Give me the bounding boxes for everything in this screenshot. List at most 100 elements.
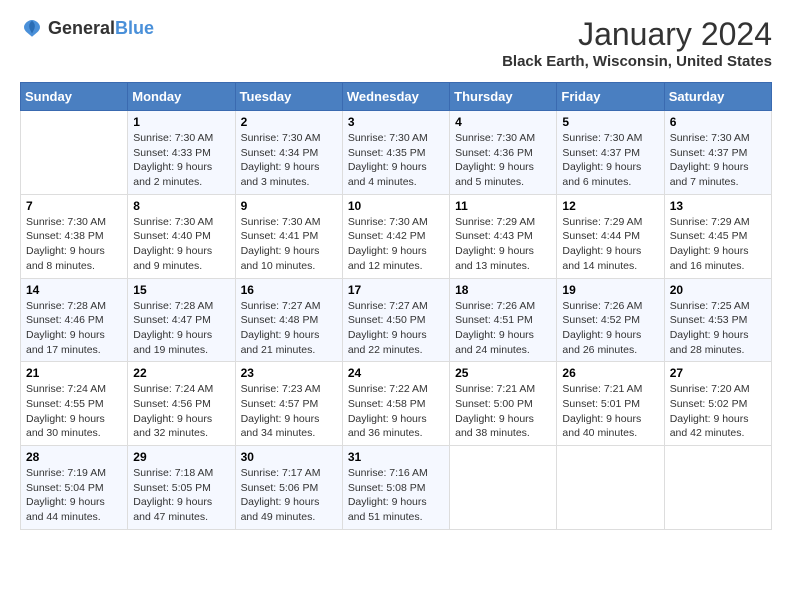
day-number: 16 — [241, 283, 337, 297]
day-info: Sunrise: 7:26 AMSunset: 4:51 PMDaylight:… — [455, 299, 551, 358]
calendar-cell: 3Sunrise: 7:30 AMSunset: 4:35 PMDaylight… — [342, 111, 449, 195]
calendar-cell: 21Sunrise: 7:24 AMSunset: 4:55 PMDayligh… — [21, 362, 128, 446]
calendar-cell: 26 Sunrise: 7:21 AMSunset: 5:01 PMDayligh… — [557, 362, 664, 446]
subtitle: Black Earth, Wisconsin, United States — [502, 53, 772, 70]
calendar-cell: 31Sunrise: 7:16 AMSunset: 5:08 PMDayligh… — [342, 446, 449, 530]
day-info: Sunrise: 7:26 AMSunset: 4:52 PMDaylight:… — [562, 299, 658, 358]
page-header: GeneralBlue January 2024 Black Earth, Wi… — [20, 16, 772, 70]
logo-text: GeneralBlue — [48, 18, 154, 39]
day-number: 1 — [133, 115, 229, 129]
day-info: Sunrise: 7:28 AMSunset: 4:47 PMDaylight:… — [133, 299, 229, 358]
header-monday: Monday — [128, 83, 235, 111]
day-info: Sunrise: 7:17 AMSunset: 5:06 PMDaylight:… — [241, 466, 337, 525]
main-title: January 2024 — [502, 16, 772, 53]
day-number: 31 — [348, 450, 444, 464]
day-number: 23 — [241, 366, 337, 380]
day-number: 6 — [670, 115, 766, 129]
day-info: Sunrise: 7:29 AMSunset: 4:45 PMDaylight:… — [670, 215, 766, 274]
day-number: 24 — [348, 366, 444, 380]
day-info: Sunrise: 7:27 AMSunset: 4:50 PMDaylight:… — [348, 299, 444, 358]
day-info: Sunrise: 7:19 AMSunset: 5:04 PMDaylight:… — [26, 466, 122, 525]
day-number: 26 — [562, 366, 658, 380]
day-info: Sunrise: 7:18 AMSunset: 5:05 PMDaylight:… — [133, 466, 229, 525]
calendar-cell: 11Sunrise: 7:29 AMSunset: 4:43 PMDayligh… — [450, 194, 557, 278]
calendar-cell: 19Sunrise: 7:26 AMSunset: 4:52 PMDayligh… — [557, 278, 664, 362]
calendar-table: SundayMondayTuesdayWednesdayThursdayFrid… — [20, 82, 772, 530]
day-number: 8 — [133, 199, 229, 213]
calendar-cell: 22 Sunrise: 7:24 AMSunset: 4:56 PMDayligh… — [128, 362, 235, 446]
header-tuesday: Tuesday — [235, 83, 342, 111]
day-number: 28 — [26, 450, 122, 464]
day-number: 21 — [26, 366, 122, 380]
day-info: Sunrise: 7:30 AMSunset: 4:34 PMDaylight:… — [241, 131, 337, 190]
calendar-week-row: 14 Sunrise: 7:28 AMSunset: 4:46 PMDayligh… — [21, 278, 772, 362]
calendar-cell — [21, 111, 128, 195]
calendar-cell — [664, 446, 771, 530]
day-info: Sunrise: 7:24 AMSunset: 4:56 PMDaylight:… — [133, 382, 229, 441]
day-number: 17 — [348, 283, 444, 297]
day-number: 22 — [133, 366, 229, 380]
header-friday: Friday — [557, 83, 664, 111]
calendar-week-row: 28 Sunrise: 7:19 AMSunset: 5:04 PMDayligh… — [21, 446, 772, 530]
header-sunday: Sunday — [21, 83, 128, 111]
calendar-cell: 1 Sunrise: 7:30 AMSunset: 4:33 PMDaylight… — [128, 111, 235, 195]
day-info: Sunrise: 7:23 AMSunset: 4:57 PMDaylight:… — [241, 382, 337, 441]
day-info: Sunrise: 7:21 AMSunset: 5:01 PMDaylight:… — [562, 382, 658, 441]
calendar-cell: 16Sunrise: 7:27 AMSunset: 4:48 PMDayligh… — [235, 278, 342, 362]
calendar-cell: 20 Sunrise: 7:25 AMSunset: 4:53 PMDayligh… — [664, 278, 771, 362]
day-info: Sunrise: 7:25 AMSunset: 4:53 PMDaylight:… — [670, 299, 766, 358]
day-number: 29 — [133, 450, 229, 464]
day-number: 30 — [241, 450, 337, 464]
calendar-week-row: 1 Sunrise: 7:30 AMSunset: 4:33 PMDaylight… — [21, 111, 772, 195]
day-number: 15 — [133, 283, 229, 297]
calendar-cell: 25 Sunrise: 7:21 AMSunset: 5:00 PMDayligh… — [450, 362, 557, 446]
day-number: 5 — [562, 115, 658, 129]
day-number: 20 — [670, 283, 766, 297]
logo-general: General — [48, 18, 115, 38]
calendar-cell: 29 Sunrise: 7:18 AMSunset: 5:05 PMDayligh… — [128, 446, 235, 530]
calendar-cell: 6 Sunrise: 7:30 AMSunset: 4:37 PMDaylight… — [664, 111, 771, 195]
calendar-cell — [450, 446, 557, 530]
day-info: Sunrise: 7:21 AMSunset: 5:00 PMDaylight:… — [455, 382, 551, 441]
title-block: January 2024 Black Earth, Wisconsin, Uni… — [502, 16, 772, 70]
calendar-cell: 17 Sunrise: 7:27 AMSunset: 4:50 PMDayligh… — [342, 278, 449, 362]
day-info: Sunrise: 7:30 AMSunset: 4:38 PMDaylight:… — [26, 215, 122, 274]
calendar-cell: 27 Sunrise: 7:20 AMSunset: 5:02 PMDayligh… — [664, 362, 771, 446]
calendar-cell: 23 Sunrise: 7:23 AMSunset: 4:57 PMDayligh… — [235, 362, 342, 446]
day-info: Sunrise: 7:30 AMSunset: 4:37 PMDaylight:… — [562, 131, 658, 190]
day-info: Sunrise: 7:30 AMSunset: 4:35 PMDaylight:… — [348, 131, 444, 190]
day-info: Sunrise: 7:20 AMSunset: 5:02 PMDaylight:… — [670, 382, 766, 441]
day-info: Sunrise: 7:30 AMSunset: 4:42 PMDaylight:… — [348, 215, 444, 274]
header-thursday: Thursday — [450, 83, 557, 111]
calendar-cell: 14 Sunrise: 7:28 AMSunset: 4:46 PMDayligh… — [21, 278, 128, 362]
day-number: 4 — [455, 115, 551, 129]
calendar-cell: 9 Sunrise: 7:30 AMSunset: 4:41 PMDaylight… — [235, 194, 342, 278]
day-number: 11 — [455, 199, 551, 213]
calendar-cell: 18 Sunrise: 7:26 AMSunset: 4:51 PMDayligh… — [450, 278, 557, 362]
calendar-cell: 2Sunrise: 7:30 AMSunset: 4:34 PMDaylight… — [235, 111, 342, 195]
calendar-cell: 24Sunrise: 7:22 AMSunset: 4:58 PMDayligh… — [342, 362, 449, 446]
day-number: 14 — [26, 283, 122, 297]
day-number: 9 — [241, 199, 337, 213]
calendar-cell: 8 Sunrise: 7:30 AMSunset: 4:40 PMDaylight… — [128, 194, 235, 278]
day-info: Sunrise: 7:30 AMSunset: 4:33 PMDaylight:… — [133, 131, 229, 190]
calendar-cell: 4Sunrise: 7:30 AMSunset: 4:36 PMDaylight… — [450, 111, 557, 195]
calendar-cell: 5 Sunrise: 7:30 AMSunset: 4:37 PMDaylight… — [557, 111, 664, 195]
calendar-header-row: SundayMondayTuesdayWednesdayThursdayFrid… — [21, 83, 772, 111]
logo: GeneralBlue — [20, 16, 154, 40]
calendar-cell: 7 Sunrise: 7:30 AMSunset: 4:38 PMDaylight… — [21, 194, 128, 278]
day-number: 25 — [455, 366, 551, 380]
day-number: 13 — [670, 199, 766, 213]
calendar-cell: 28 Sunrise: 7:19 AMSunset: 5:04 PMDayligh… — [21, 446, 128, 530]
calendar-cell: 13 Sunrise: 7:29 AMSunset: 4:45 PMDayligh… — [664, 194, 771, 278]
day-number: 7 — [26, 199, 122, 213]
day-info: Sunrise: 7:30 AMSunset: 4:40 PMDaylight:… — [133, 215, 229, 274]
day-info: Sunrise: 7:30 AMSunset: 4:37 PMDaylight:… — [670, 131, 766, 190]
day-number: 10 — [348, 199, 444, 213]
header-wednesday: Wednesday — [342, 83, 449, 111]
day-number: 18 — [455, 283, 551, 297]
day-info: Sunrise: 7:28 AMSunset: 4:46 PMDaylight:… — [26, 299, 122, 358]
day-info: Sunrise: 7:30 AMSunset: 4:41 PMDaylight:… — [241, 215, 337, 274]
logo-icon — [20, 16, 44, 40]
day-number: 27 — [670, 366, 766, 380]
